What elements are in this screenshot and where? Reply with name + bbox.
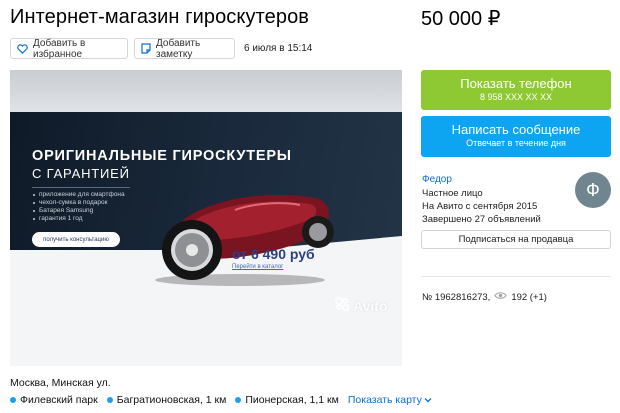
response-time: Отвечает в течение дня	[466, 138, 566, 148]
show-map-label: Показать карту	[347, 394, 422, 406]
listing-title: Интернет-магазин гироскутеров	[10, 6, 310, 28]
metro-station-name: Филевский парк	[20, 394, 98, 406]
show-phone-label: Показать телефон	[460, 76, 572, 91]
seller-completed: Завершено 27 объявлений	[422, 214, 541, 225]
add-favorite-button[interactable]: Добавить в избранное	[10, 37, 128, 60]
eye-icon	[494, 291, 507, 303]
banner-price: от 6 490 руб	[232, 246, 315, 262]
phone-number: 8 958 XXX XX XX	[479, 92, 553, 102]
banner-feature: гарантия 1 год	[32, 215, 125, 223]
metro-dot-icon	[10, 397, 16, 403]
divider	[421, 276, 611, 277]
view-count: 192 (+1)	[511, 291, 547, 303]
banner-feature-list: приложение для смартфона чехол-сумка в п…	[32, 191, 125, 223]
banner-feature: Батарея Samsung	[32, 207, 125, 215]
metro-station-name: Пионерская, 1,1 км	[245, 394, 339, 406]
ad-number: № 1962816273,	[422, 291, 491, 303]
banner-consult-button: получить консультацию	[32, 232, 120, 247]
metro-list: Филевский парк Багратионовская, 1 км Пио…	[10, 394, 432, 406]
seller-since: На Авито с сентября 2015	[422, 201, 538, 212]
banner-catalog-link: Перейти в каталог	[232, 264, 284, 270]
listing-date: 6 июля в 15:14	[244, 43, 313, 54]
send-message-button[interactable]: Написать сообщение Отвечает в течение дн…	[421, 116, 611, 157]
banner-headline: ОРИГИНАЛЬНЫЕ ГИРОСКУТЕРЫ	[32, 148, 292, 164]
avito-logo-icon	[334, 296, 350, 315]
show-map-link[interactable]: Показать карту	[348, 394, 432, 406]
metro-dot-icon	[106, 397, 113, 403]
address: Москва, Минская ул.	[10, 377, 111, 389]
listing-price: 50 000 ₽	[421, 8, 501, 30]
banner-feature: чехол-сумка в подарок	[32, 199, 125, 207]
ad-meta: № 1962816273, 192 (+1)	[422, 291, 547, 303]
chevron-down-icon	[424, 394, 432, 406]
send-message-label: Написать сообщение	[451, 122, 581, 137]
photo-top-fade	[10, 70, 402, 112]
seller-name-link[interactable]: Федор	[422, 174, 452, 185]
add-note-label: Добавить заметку	[156, 37, 201, 60]
heart-icon	[17, 43, 28, 54]
add-note-button[interactable]: Добавить заметку	[134, 37, 235, 60]
banner-divider	[32, 187, 130, 188]
hoverboard-image	[155, 194, 334, 286]
metro-dot-icon	[235, 397, 242, 403]
watermark-text: Avito	[353, 297, 388, 314]
avatar[interactable]: Ф	[575, 172, 611, 208]
note-icon	[141, 43, 151, 54]
metro-station: Филевский парк	[10, 394, 98, 406]
listing-photo[interactable]: ОРИГИНАЛЬНЫЕ ГИРОСКУТЕРЫ С ГАРАНТИЕЙ при…	[10, 70, 402, 366]
avito-watermark: Avito	[334, 296, 387, 315]
banner-feature: приложение для смартфона	[32, 191, 125, 199]
metro-station: Пионерская, 1,1 км	[235, 394, 339, 406]
metro-station: Багратионовская, 1 км	[106, 394, 227, 406]
add-favorite-label: Добавить в избранное	[33, 37, 86, 60]
seller-type: Частное лицо	[422, 188, 483, 199]
show-phone-button[interactable]: Показать телефон 8 958 XXX XX XX	[421, 70, 611, 110]
subscribe-seller-button[interactable]: Подписаться на продавца	[421, 230, 611, 249]
banner-subheadline: С ГАРАНТИЕЙ	[32, 166, 130, 181]
metro-station-name: Багратионовская, 1 км	[116, 394, 227, 406]
